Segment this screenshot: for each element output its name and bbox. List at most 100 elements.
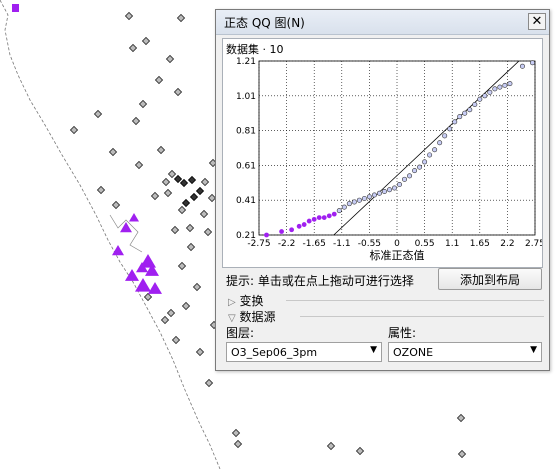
x-tick-label: -2.2 [278,239,296,249]
monitoring-site-marker [173,174,183,184]
x-tick-label: 1.1 [445,239,459,249]
selected-data-point [301,222,307,227]
y-tick-label: 0.61 [236,161,256,171]
data-point [437,140,443,146]
monitoring-site-marker [134,160,144,170]
transform-section-header[interactable]: ▷ 变换 [228,292,264,309]
data-point [341,204,347,210]
data-point [462,110,468,116]
window-title: 正态 QQ 图(N) [224,16,305,30]
monitoring-site-marker [138,99,148,109]
data-point [366,194,372,200]
qq-plot[interactable]: 0.210.410.610.811.011.21-2.75 -2.2 -1.65 -1… [223,39,542,267]
attribute-value: OZONE [393,346,434,359]
monitoring-site-marker [203,227,213,237]
data-point [497,84,503,90]
x-tick-label: 0.55 [415,239,435,249]
x-tick-label: -2.75 [247,239,270,249]
monitoring-site-marker [355,446,365,456]
monitoring-site-marker [165,54,175,64]
datasource-label: 数据源 [239,310,276,324]
data-point [519,63,525,69]
attribute-dropdown[interactable]: OZONE ▼ [388,342,542,362]
data-point [386,187,392,193]
monitoring-site-marker [170,225,180,235]
monitoring-site-marker [173,87,183,97]
transform-label: 变换 [239,294,264,308]
layer-value: O3_Sep06_3pm [231,346,318,359]
data-point [447,126,453,132]
selected-data-point [296,223,302,229]
selected-data-point [316,215,322,221]
divider [300,316,544,317]
monitoring-site-marker [326,441,336,451]
data-point [381,189,387,195]
data-point [482,93,488,99]
data-point [412,168,418,174]
data-point [336,208,342,214]
y-tick-label: 1.01 [236,92,256,102]
qq-plot-panel[interactable]: 0.21 0.41 0.61 0.81 1.01 1.21 -2.75 -2.2 -1.65 -1… [222,38,543,268]
monitoring-site-marker [233,439,243,449]
monitoring-site-marker [181,301,191,311]
selected-data-point [279,229,284,234]
divider [286,300,544,301]
x-tick-label: 1.65 [470,239,490,249]
monitoring-site-marker [200,177,210,187]
normal-qq-plot-window[interactable]: 正态 QQ 图(N) ✕ 0.21 0.41 0.61 0.81 1.01 1.21 -2.… [215,9,550,371]
data-point [427,152,433,158]
y-tick-label: 1.21 [236,57,256,67]
data-point [467,107,473,113]
hint-text: 提示: 单击或在点上拖动可进行选择 [226,274,414,288]
datasource-section-header[interactable]: ▽ 数据源 [228,308,276,325]
monitoring-site-marker [204,378,214,388]
monitoring-site-marker [69,125,79,135]
data-point [397,182,403,188]
monitoring-site-marker [128,43,138,53]
monitoring-site-marker [143,292,153,302]
monitoring-site-marker [177,205,187,215]
selected-site-marker [148,282,162,294]
y-tick-label: 0.41 [236,196,256,206]
monitoring-site-marker [96,185,106,195]
data-point [432,147,438,153]
y-tick-label: 0.81 [236,127,256,137]
title-bar[interactable]: 正态 QQ 图(N) ✕ [216,10,549,35]
data-point [417,164,423,170]
monitoring-site-marker [167,169,177,179]
x-tick-label: -1.65 [303,239,326,249]
add-to-layout-button[interactable]: 添加到布局 [438,268,542,290]
monitoring-site-marker [141,36,151,46]
data-point [422,159,428,165]
monitoring-site-marker [231,428,241,438]
data-point [457,114,463,120]
data-point [487,89,493,95]
monitoring-site-marker [199,209,209,219]
selected-data-point [321,215,327,221]
close-button[interactable]: ✕ [528,13,546,30]
monitoring-site-marker [177,261,187,271]
selected-data-point [264,232,269,238]
selected-data-point [289,227,295,233]
layer-dropdown[interactable]: O3_Sep06_3pm ▼ [226,342,382,362]
dataset-label: 数据集 · 10 [226,43,284,56]
monitoring-site-marker [195,347,205,357]
monitoring-site-marker [93,109,103,119]
chevron-down-icon: ▼ [530,345,537,355]
monitoring-site-marker [179,178,189,188]
data-point [502,82,508,88]
data-point [442,133,448,139]
data-point [529,60,535,66]
x-tick-label: 2.75 [525,239,542,249]
coastline [0,0,221,469]
data-point [376,190,382,196]
selected-site-marker [120,222,132,233]
monitoring-site-marker [108,147,118,157]
data-point [391,185,397,191]
selected-data-point [306,218,312,224]
monitoring-site-marker [166,308,176,318]
monitoring-site-marker [176,13,186,23]
monitoring-site-marker [160,315,170,325]
x-tick-label: 2.2 [500,239,514,249]
data-point [351,199,357,205]
